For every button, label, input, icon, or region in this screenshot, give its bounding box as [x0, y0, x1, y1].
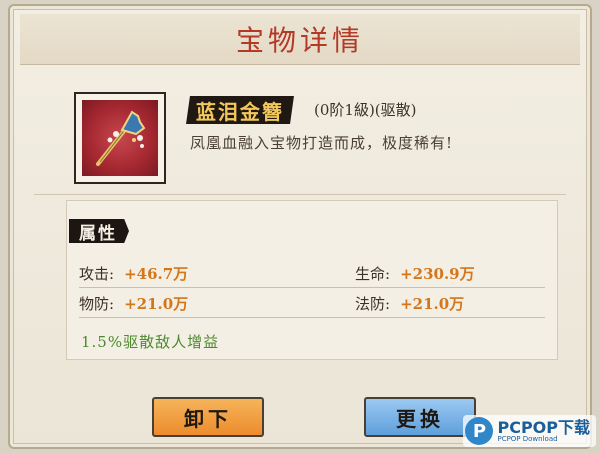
watermark: P PCPOP下载 PCPOP Download — [463, 415, 596, 447]
stat-attack: 攻击: +46.7万 — [79, 263, 188, 284]
item-name-banner: 蓝泪金簪 — [186, 96, 294, 124]
stat-magic-defense: 法防: +21.0万 — [355, 293, 464, 314]
stat-label: 生命: — [355, 265, 391, 283]
watermark-brand: PCPOP下载 — [497, 417, 590, 437]
watermark-sub: PCPOP Download — [497, 434, 558, 443]
section-divider — [34, 194, 566, 195]
stat-value: +21.0万 — [400, 295, 465, 313]
unequip-button[interactable]: 卸下 — [152, 397, 264, 437]
dialog-title: 宝物详情 — [235, 24, 364, 57]
watermark-text: PCPOP下载 PCPOP Download — [497, 417, 590, 443]
stat-label: 法防: — [355, 295, 391, 313]
item-icon-frame[interactable] — [74, 92, 166, 184]
stat-value: +46.7万 — [124, 265, 189, 283]
stat-row-divider — [79, 317, 545, 318]
stat-physical-defense: 物防: +21.0万 — [79, 293, 188, 314]
attributes-panel: 属性 攻击: +46.7万 生命: +230.9万 物防: +21.0万 法防: +21… — [66, 200, 558, 360]
item-description: 凤凰血融入宝物打造而成，极度稀有! — [190, 134, 454, 152]
stat-label: 攻击: — [79, 265, 115, 283]
pcpop-logo-icon: P — [465, 417, 494, 445]
item-name: 蓝泪金簪 — [196, 99, 284, 124]
title-bar: 宝物详情 — [20, 14, 580, 65]
stat-value: +21.0万 — [124, 295, 189, 313]
treasure-detail-dialog: 宝物详情 蓝泪金簪 (0阶1級)(驱散) 凤凰血融入宝物打造而成，极度稀有! 属… — [8, 4, 592, 449]
item-icon-background — [82, 100, 158, 176]
buff-effect: 1.5%驱散敌人增益 — [81, 333, 220, 351]
stat-hp: 生命: +230.9万 — [355, 263, 475, 284]
stat-value: +230.9万 — [400, 265, 475, 283]
replace-button[interactable]: 更换 — [364, 397, 476, 437]
golden-hairpin-icon — [96, 110, 146, 166]
stat-row-divider — [79, 287, 545, 288]
attributes-header: 属性 — [69, 219, 129, 243]
item-level-info: (0阶1級)(驱散) — [314, 101, 417, 119]
stat-label: 物防: — [79, 295, 115, 313]
